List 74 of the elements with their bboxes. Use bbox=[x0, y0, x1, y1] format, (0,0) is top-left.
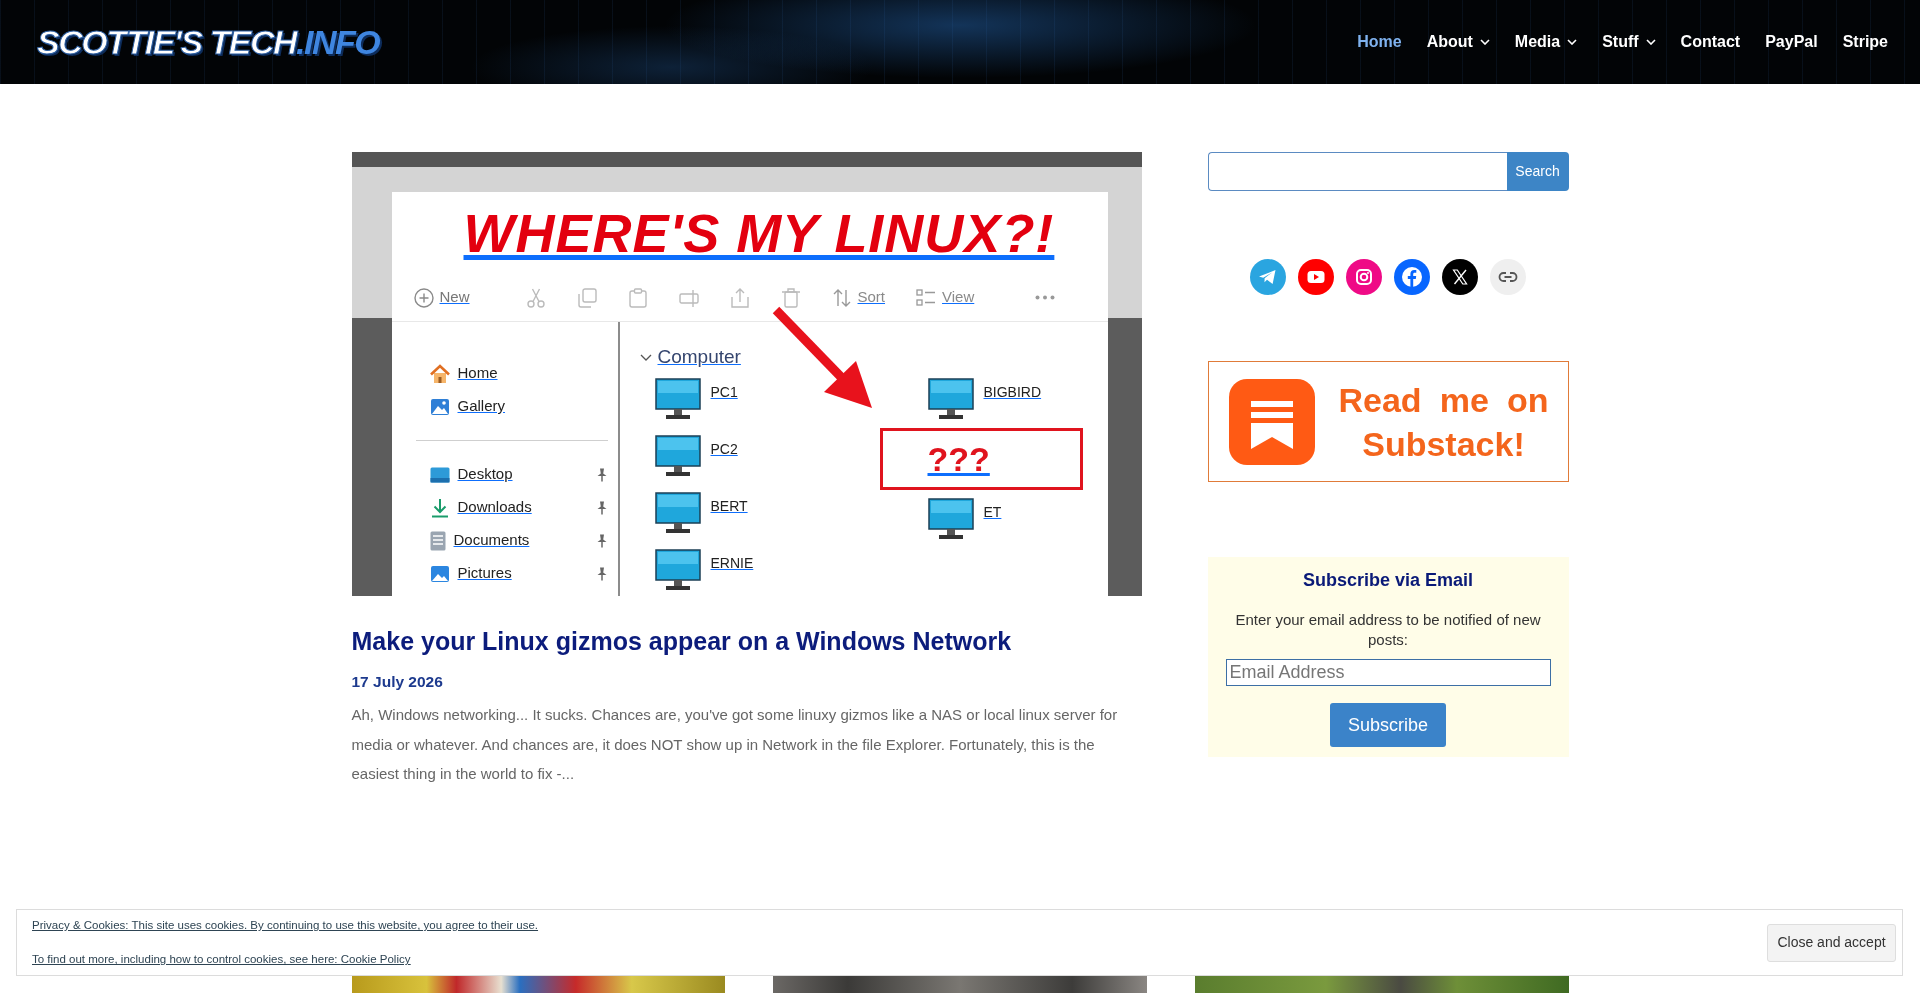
monitor-icon bbox=[927, 378, 974, 420]
copy-icon bbox=[576, 287, 597, 308]
device-label: BIGBIRD bbox=[983, 383, 1042, 402]
device-label: ET bbox=[983, 503, 1002, 522]
featured-image[interactable]: WHERE'S MY LINUX?! New Sort View Home Gallery Desktop Downloads Documents Pictures Computer PC1 PC2 BERT ERNIE BIGBIRD ??? ET bbox=[351, 152, 1142, 596]
device-label: PC1 bbox=[710, 383, 738, 402]
picture-icon bbox=[429, 563, 450, 584]
share-icon bbox=[729, 287, 750, 308]
post-date: 17 July 2026 bbox=[351, 672, 444, 692]
link-icon[interactable] bbox=[1490, 259, 1526, 295]
scissors-icon bbox=[525, 287, 546, 308]
monitor-icon bbox=[654, 435, 701, 477]
toolbar-label: New bbox=[439, 287, 470, 308]
telegram-icon[interactable] bbox=[1250, 259, 1286, 295]
download-icon bbox=[429, 497, 450, 518]
nav-pane-label: Desktop bbox=[457, 464, 513, 485]
monitor-icon bbox=[927, 498, 974, 540]
instagram-icon[interactable] bbox=[1346, 259, 1382, 295]
widget-description: Enter your email address to be notified of new posts: bbox=[1234, 610, 1542, 649]
more-icon bbox=[1035, 295, 1056, 300]
banner-text: Read me on Substack! bbox=[1338, 379, 1549, 465]
group-heading: Computer bbox=[657, 344, 741, 369]
monitor-icon bbox=[654, 492, 701, 534]
clipboard-icon bbox=[627, 287, 648, 308]
desktop-icon bbox=[429, 466, 450, 483]
nav-pane-label: Pictures bbox=[457, 563, 512, 584]
widget-title: Subscribe via Email bbox=[1301, 569, 1475, 591]
rename-icon bbox=[678, 287, 699, 308]
device-label: BERT bbox=[710, 497, 748, 516]
cookie-policy-link[interactable]: Cookie Policy bbox=[340, 953, 411, 965]
photo-placeholder[interactable] bbox=[1194, 976, 1569, 993]
chevron-down-icon bbox=[639, 353, 652, 361]
nav-pane-label: Downloads bbox=[457, 497, 532, 518]
nav-pane-label: Documents bbox=[453, 530, 530, 551]
device-label: ERNIE bbox=[710, 554, 754, 573]
subscribe-button[interactable]: Subscribe bbox=[1330, 703, 1446, 747]
substack-logo-icon bbox=[1228, 378, 1315, 465]
x-logo-icon[interactable] bbox=[1442, 259, 1478, 295]
nav-link[interactable]: About bbox=[1426, 30, 1490, 54]
nav-link[interactable]: Stripe bbox=[1842, 30, 1888, 54]
device-label: PC2 bbox=[710, 440, 738, 459]
nav-link[interactable]: Home bbox=[1357, 30, 1402, 54]
unknown-device-callout: ??? bbox=[879, 428, 1083, 490]
close-accept-button[interactable]: Close and accept bbox=[1767, 923, 1896, 962]
nav-link[interactable]: Media bbox=[1514, 30, 1578, 54]
trash-icon bbox=[780, 287, 801, 308]
site-logo[interactable]: SCOTTIE'S TECH.INFO bbox=[37, 25, 380, 59]
email-field[interactable]: Email Address bbox=[1225, 659, 1551, 686]
document-icon bbox=[429, 530, 446, 551]
toolbar-label: View bbox=[942, 287, 975, 308]
image-headline: WHERE'S MY LINUX?! bbox=[463, 206, 1055, 260]
nav-link[interactable]: PayPal bbox=[1765, 30, 1818, 54]
photo-placeholder[interactable] bbox=[351, 976, 726, 993]
home-icon bbox=[429, 363, 450, 384]
nav-pane-label: Home bbox=[457, 363, 498, 384]
facebook-icon[interactable] bbox=[1394, 259, 1430, 295]
monitor-icon bbox=[654, 549, 701, 591]
cookie-info-text: To find out more, including how to control cookies, see here: Cookie Policy bbox=[32, 952, 412, 967]
sort-icon bbox=[831, 287, 852, 308]
youtube-icon[interactable] bbox=[1298, 259, 1334, 295]
search-button[interactable]: Search bbox=[1506, 152, 1569, 191]
cookie-notice-text: Privacy & Cookies: This site uses cookies. By continuing to use this website, you agree to their use. bbox=[32, 918, 539, 933]
plus-circle-icon bbox=[413, 287, 434, 308]
gallery-icon bbox=[429, 396, 450, 417]
post-title[interactable]: Make your Linux gizmos appear on a Windows Network bbox=[351, 627, 1012, 655]
nav-pane-label: Gallery bbox=[457, 396, 505, 417]
toolbar-label: Sort bbox=[857, 287, 886, 308]
nav-link[interactable]: Contact bbox=[1680, 30, 1741, 54]
view-icon bbox=[916, 287, 937, 308]
search-field[interactable] bbox=[1207, 152, 1507, 191]
monitor-icon bbox=[654, 378, 701, 420]
nav-link[interactable]: Stuff bbox=[1602, 30, 1656, 54]
photo-placeholder[interactable] bbox=[773, 976, 1147, 993]
post-excerpt: Ah, Windows networking... It sucks. Chances are, you've got some linuxy gizmos like a NAS or local linux server for media or whatever. And chances are, it does NOT show up in Network in the file Explorer. Fortunately, this is the easiest thing in the world to fix -... bbox=[351, 705, 1119, 784]
